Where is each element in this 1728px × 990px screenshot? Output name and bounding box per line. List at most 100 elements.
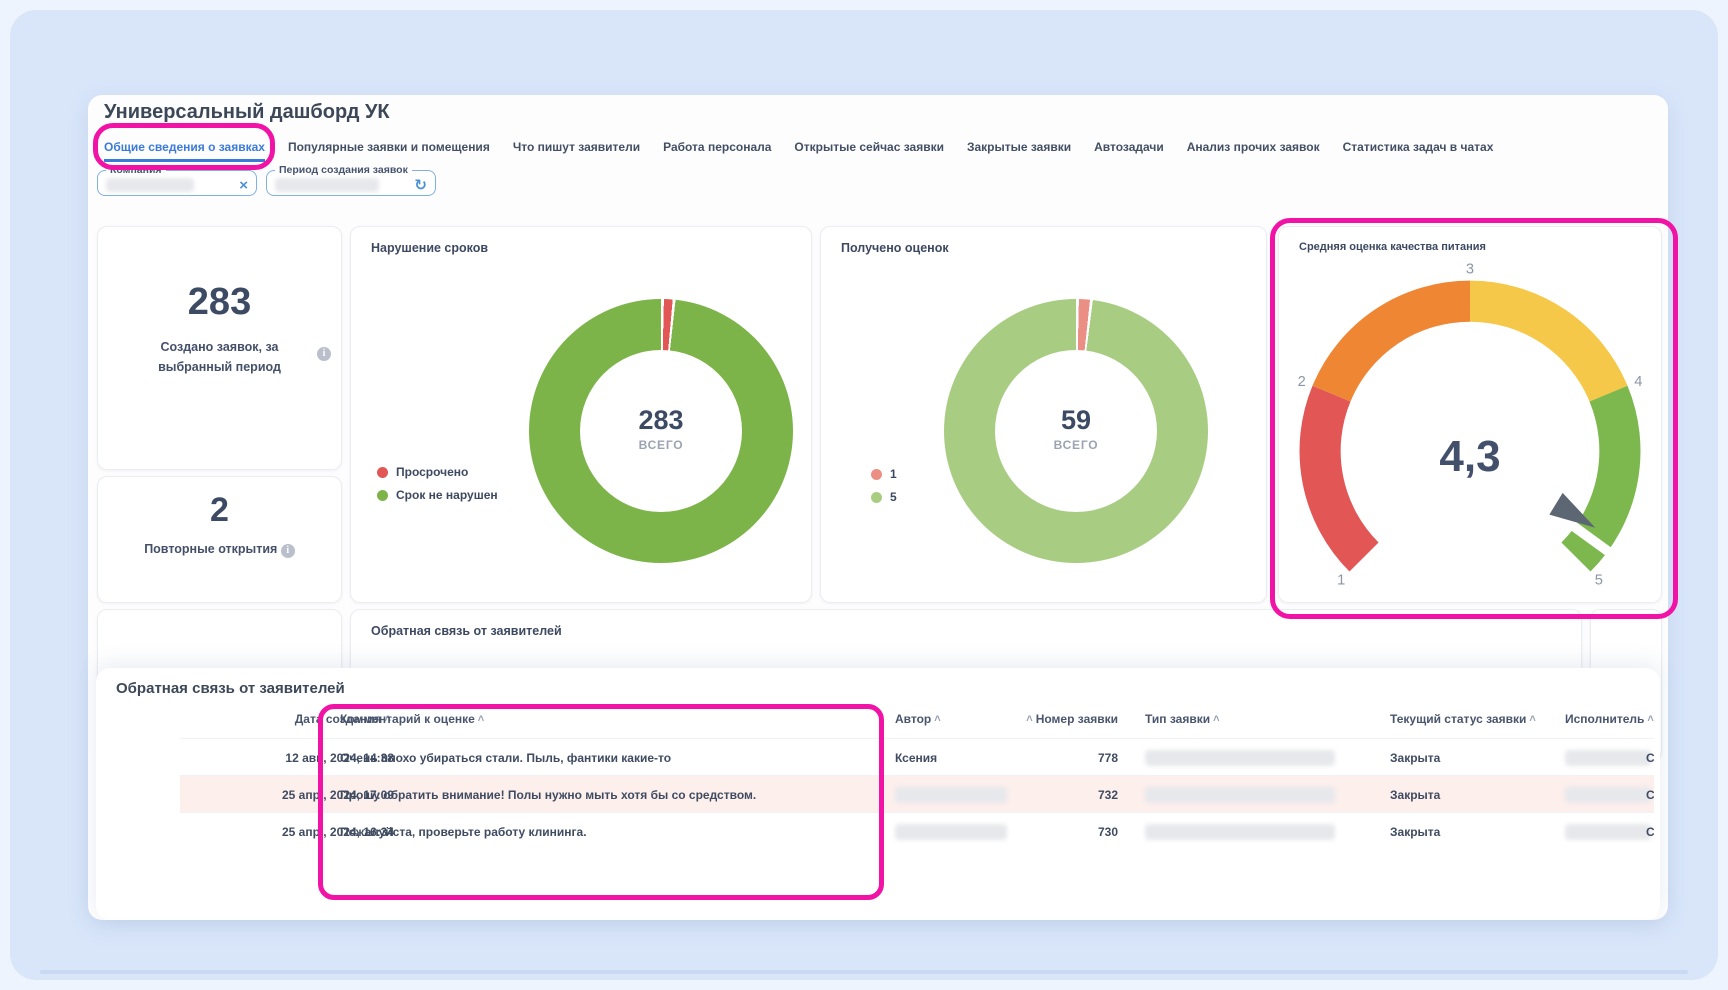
sort-caret-icon: ˄	[934, 713, 940, 725]
sort-caret-icon: ˄	[1213, 713, 1219, 725]
clipped-edge-text: С	[1646, 739, 1654, 776]
table-row[interactable]: 25 апр., 2024, 16:34Пожалуйста, проверьт…	[180, 812, 1654, 850]
legend-item[interactable]: 5	[871, 490, 897, 504]
chart-card-deadlines: Нарушение сроков Просрочено Срок не наруш…	[350, 226, 812, 603]
filter-period-value-masked	[275, 178, 379, 192]
column-header-type[interactable]: Тип заявки˄	[1145, 702, 1355, 736]
legend-ratings: 15	[871, 467, 897, 504]
donut-center-deadlines: 283 ВСЕГО	[529, 405, 793, 452]
column-label: Комментарий к оценке	[340, 712, 475, 726]
legend-item[interactable]: Просрочено	[377, 465, 498, 479]
legend-label: 5	[890, 490, 897, 504]
cell-executor	[1565, 813, 1651, 850]
tab-2[interactable]: Что пишут заявители	[513, 140, 640, 162]
chart-title-food-quality: Средняя оценка качества питания	[1299, 241, 1486, 253]
column-label: Текущий статус заявки	[1390, 712, 1526, 726]
stat-reopened-value: 2	[98, 491, 341, 530]
tab-3[interactable]: Работа персонала	[663, 140, 771, 162]
chart-card-food-quality: Средняя оценка качества питания 12345 4,…	[1278, 226, 1662, 603]
cell-executor	[1565, 776, 1651, 813]
cell-type	[1145, 739, 1355, 776]
donut-total-value: 59	[944, 405, 1208, 436]
tab-6[interactable]: Автозадачи	[1094, 140, 1164, 162]
legend-dot-icon	[377, 490, 388, 501]
info-icon[interactable]: i	[281, 544, 295, 558]
legend-label: 1	[890, 467, 897, 481]
column-label: Автор	[895, 712, 931, 726]
legend-item[interactable]: 1	[871, 467, 897, 481]
gauge-chart-food-quality: 12345	[1279, 255, 1661, 600]
feedback-panel-title: Обратная связь от заявителей	[116, 680, 345, 697]
column-header-executor[interactable]: Исполнитель˄	[1565, 702, 1651, 736]
sort-caret-icon: ˄	[478, 713, 484, 725]
tab-7[interactable]: Анализ прочих заявок	[1187, 140, 1320, 162]
reset-icon[interactable]: ↻	[414, 178, 427, 193]
column-header-status[interactable]: Текущий статус заявки˄	[1390, 702, 1560, 736]
column-label: Исполнитель	[1565, 712, 1644, 726]
tab-bar: Общие сведения о заявках Популярные заявк…	[104, 136, 1493, 162]
column-header-number[interactable]: ˄Номер заявки	[998, 702, 1118, 736]
legend-dot-icon	[871, 469, 882, 480]
chart-card-ratings: Получено оценок 15 59 ВСЕГО	[820, 226, 1267, 603]
cell-number: 730	[998, 813, 1118, 850]
svg-text:1: 1	[1337, 573, 1345, 589]
clear-icon[interactable]: ×	[239, 178, 248, 193]
filter-company[interactable]: Компания ×	[97, 164, 257, 196]
legend-deadlines: Просрочено Срок не нарушен	[377, 465, 498, 502]
masked-value	[1565, 750, 1651, 766]
bottom-strip	[40, 970, 1688, 974]
svg-text:4: 4	[1634, 374, 1642, 390]
stat-reopened-label-text: Повторные открытия	[144, 542, 277, 556]
clipped-edge-text: С	[1646, 776, 1654, 813]
info-icon[interactable]: i	[317, 347, 331, 361]
cell-type	[1145, 776, 1355, 813]
masked-value	[1565, 824, 1651, 840]
donut-total-value: 283	[529, 405, 793, 436]
tab-5[interactable]: Закрытые заявки	[967, 140, 1071, 162]
masked-value	[1145, 750, 1335, 766]
table-row[interactable]: 25 апр., 2024, 17:09Прошу обратить внима…	[180, 775, 1654, 813]
svg-text:2: 2	[1298, 374, 1306, 390]
cell-status: Закрыта	[1390, 776, 1560, 813]
column-header-comment[interactable]: Комментарий к оценке˄	[340, 702, 885, 736]
masked-value	[1565, 787, 1651, 803]
stat-created-value: 283	[98, 281, 341, 324]
stat-reopened-label: Повторные открытия i	[98, 539, 341, 559]
filter-company-value-masked	[106, 178, 194, 192]
stat-created-label: Создано заявок, за выбранный период	[98, 337, 341, 377]
column-label: Тип заявки	[1145, 712, 1210, 726]
feedback-table-header: Дата создания˄Комментарий к оценке˄Автор…	[180, 702, 1654, 736]
clipped-edge-text: С	[1646, 813, 1654, 850]
masked-value	[895, 787, 1007, 803]
column-label: Номер заявки	[1036, 712, 1118, 726]
gauge-value: 4,3	[1279, 432, 1661, 482]
table-row[interactable]: 12 авг., 2024, 14:38Очень плохо убиратьс…	[180, 738, 1654, 776]
stat-card-created: 283 Создано заявок, за выбранный период …	[97, 226, 342, 470]
legend-label: Срок не нарушен	[396, 488, 498, 502]
tab-1[interactable]: Популярные заявки и помещения	[288, 140, 490, 162]
legend-item[interactable]: Срок не нарушен	[377, 488, 498, 502]
filter-period-label: Период создания заявок	[275, 164, 412, 176]
tab-4[interactable]: Открытые сейчас заявки	[794, 140, 944, 162]
tab-0[interactable]: Общие сведения о заявках	[104, 140, 265, 162]
cell-comment: Пожалуйста, проверьте работу клининга.	[340, 813, 885, 850]
cell-number: 732	[998, 776, 1118, 813]
cell-status: Закрыта	[1390, 813, 1560, 850]
cell-comment: Прошу обратить внимание! Полы нужно мыть…	[340, 776, 885, 813]
filter-period[interactable]: Период создания заявок ↻	[266, 164, 436, 196]
filter-company-label: Компания	[106, 164, 166, 176]
chart-title-ratings: Получено оценок	[841, 241, 949, 255]
masked-value	[895, 824, 1007, 840]
chart-title-deadlines: Нарушение сроков	[371, 241, 488, 255]
tab-8[interactable]: Статистика задач в чатах	[1343, 140, 1494, 162]
page-title: Универсальный дашборд УК	[104, 101, 390, 124]
cell-number: 778	[998, 739, 1118, 776]
masked-value	[1145, 787, 1335, 803]
svg-text:3: 3	[1466, 262, 1474, 278]
cell-status: Закрыта	[1390, 739, 1560, 776]
donut-total-caption: ВСЕГО	[944, 438, 1208, 452]
cell-type	[1145, 813, 1355, 850]
screenshot-frame: Универсальный дашборд УК Общие сведения …	[0, 0, 1728, 990]
donut-center-ratings: 59 ВСЕГО	[944, 405, 1208, 452]
truncated-card-feedback-title: Обратная связь от заявителей	[371, 624, 562, 638]
